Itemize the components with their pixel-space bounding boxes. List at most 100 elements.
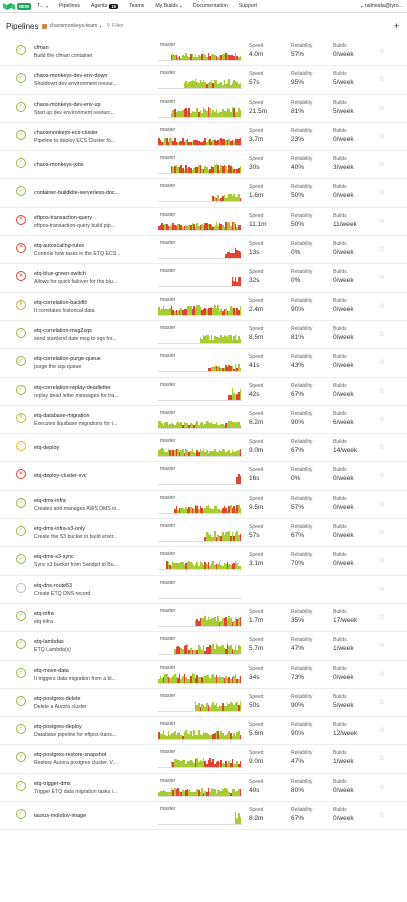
pipeline-name[interactable]: etq-dms-infra [34,498,152,504]
build-bar[interactable] [239,448,242,457]
build-history-chart[interactable] [158,642,242,656]
build-history-chart[interactable] [158,218,242,231]
build-history-chart[interactable] [158,246,242,260]
star-icon[interactable]: ☆ [379,273,385,281]
build-history-chart[interactable] [158,331,242,344]
build-history-chart[interactable] [158,586,242,599]
build-bar[interactable] [239,224,242,230]
star-icon[interactable]: ☆ [379,104,385,112]
add-pipeline-button[interactable]: + [394,21,399,31]
pipeline-name[interactable]: etq-correlation-purge-queue [34,356,152,362]
pipeline-row[interactable]: Ⅱ etq-database-migration Executes liquib… [0,406,407,435]
pipeline-row[interactable]: ✕ eftpos-transaction-query eftpos-transa… [0,208,407,237]
build-history-chart[interactable] [158,48,242,61]
star-icon[interactable]: ☆ [379,811,385,819]
pipeline-row[interactable]: – etq-deploy master Speed 9.0m Reliabilit… [0,434,407,463]
pipeline-name[interactable]: etq-autoscaling-rules [34,243,152,249]
star-icon[interactable]: ☆ [379,75,385,83]
star-icon[interactable]: ☆ [379,641,385,649]
build-bar[interactable] [239,137,242,145]
pipeline-name[interactable]: etq-infra [34,611,152,617]
pipeline-name[interactable]: etq-trigger-dms [34,781,152,787]
star-icon[interactable]: ☆ [379,613,385,621]
pipeline-row[interactable]: ✓ etq-move-data It triggers data migrati… [0,661,407,689]
pipeline-row[interactable]: ✓ chaosmonkeys-ecs-cluster Pipeline to d… [0,123,407,152]
pipeline-name[interactable]: etq-postgres-restore-snapshot [34,752,152,758]
pipeline-name[interactable]: chaos-monkeys-dev-env-down [34,73,152,79]
pipeline-name[interactable]: container-buildkite-serverless-doc... [34,190,152,196]
pipeline-name[interactable]: chaos-monkeys-dev-env-up [34,102,152,108]
build-bar[interactable] [239,83,242,89]
pipeline-row[interactable]: ✕ etq-autoscaling-rules Controls how tas… [0,236,407,265]
star-icon[interactable]: ☆ [379,188,385,196]
pipeline-name[interactable]: etq-dms-s3-sync [34,554,152,560]
build-history-chart[interactable] [158,274,242,288]
pipeline-row[interactable]: ✓ cfman Build the cfman container master… [0,38,407,67]
pipeline-name[interactable]: chaos-monkeys-jobs [34,162,152,168]
nav-support[interactable]: Support [239,3,257,9]
build-bar[interactable] [239,198,242,202]
pipeline-name[interactable]: etq-blue-green-switch [34,271,152,277]
star-icon[interactable]: ☆ [379,302,385,310]
pipeline-name[interactable]: etq-lambdas [34,639,152,645]
pipeline-row[interactable]: ✕ etq-deploy-cluster-svc master Speed 16s… [0,462,407,491]
build-history-chart[interactable] [158,671,242,684]
build-bar[interactable] [239,645,242,655]
build-history-chart[interactable] [158,812,242,826]
build-history-chart[interactable] [158,189,242,203]
pipeline-row[interactable]: ✓ chaos-monkeys-jobs master Speed 30s Rel… [0,151,407,180]
pipeline-name[interactable]: etq-postgres-delete [34,696,152,702]
pipeline-row[interactable]: ✓ etq-dms-infra-s3-only Create the S3 bu… [0,519,407,548]
star-icon[interactable]: ☆ [379,330,385,338]
pipeline-name[interactable]: etq-dns-route53 [34,583,152,589]
star-icon[interactable]: ☆ [379,585,385,593]
star-icon[interactable]: ☆ [379,443,385,451]
pipeline-name[interactable]: etq-correlation-replay-deadletter [34,385,152,391]
star-icon[interactable]: ☆ [379,698,385,706]
build-history-chart[interactable] [158,529,242,543]
build-history-chart[interactable] [158,614,242,627]
pipeline-name[interactable]: etq-deploy-cluster-svc [34,473,152,479]
build-history-chart[interactable] [158,303,242,316]
org-selector[interactable]: chaosmonkeys-team ▾ [42,23,101,29]
pipeline-row[interactable]: ✓ taurus-molotov-image master Speed 8.2m … [0,802,407,831]
build-bar[interactable] [239,388,242,400]
pipeline-row[interactable]: ✓ etq-correlation-purge-queue purge the … [0,349,407,378]
build-history-chart[interactable] [158,557,242,571]
star-icon[interactable]: ☆ [379,471,385,479]
build-bar[interactable] [239,56,242,60]
build-bar[interactable] [239,424,242,428]
pipeline-name[interactable]: etq-correlation-msg2sqs [34,328,152,334]
build-bar[interactable] [239,166,242,174]
build-bar[interactable] [239,701,242,711]
build-bar[interactable] [239,252,242,259]
pipeline-row[interactable]: – etq-dns-route53 Create ETQ DNS record … [0,576,407,604]
build-bar[interactable] [239,760,242,768]
pipeline-name[interactable]: cfman [34,45,152,51]
star-icon[interactable]: ☆ [379,556,385,564]
pipeline-name[interactable]: eftpos-transaction-query [34,215,152,221]
star-icon[interactable]: ☆ [379,387,385,395]
build-history-chart[interactable] [158,133,242,146]
star-icon[interactable]: ☆ [379,217,385,225]
buildkite-logo-icon[interactable] [3,2,15,11]
star-icon[interactable]: ☆ [379,754,385,762]
nav-pipelines[interactable]: Pipelines [59,3,80,9]
star-icon[interactable]: ☆ [379,160,385,168]
star-icon[interactable]: ☆ [379,245,385,253]
build-history-chart[interactable] [158,699,242,712]
build-history-chart[interactable] [158,755,242,769]
build-bar[interactable] [239,368,242,372]
pipeline-row[interactable]: ✓ chaos-monkeys-dev-env-down Shutdown de… [0,66,407,95]
build-bar[interactable] [239,507,242,513]
pipeline-row[interactable]: ✓ etq-lambdas ETQ Lambda(s) master Speed… [0,632,407,661]
build-history-chart[interactable] [158,388,242,401]
pipeline-row[interactable]: ✓ etq-dms-s3-sync Sync s3 bucket from Sa… [0,547,407,576]
build-history-chart[interactable] [158,501,242,514]
pipeline-row[interactable]: ✓ etq-postgres-delete Delete a Aurora cl… [0,689,407,718]
pipeline-row[interactable]: ✓ etq-correlation-replay-deadletter repl… [0,378,407,406]
build-history-chart[interactable] [158,105,242,118]
pipeline-row[interactable]: ✓ etq-postgres-restore-snapshot Restore … [0,745,407,774]
star-icon[interactable]: ☆ [379,670,385,678]
build-history-chart[interactable] [158,161,242,175]
